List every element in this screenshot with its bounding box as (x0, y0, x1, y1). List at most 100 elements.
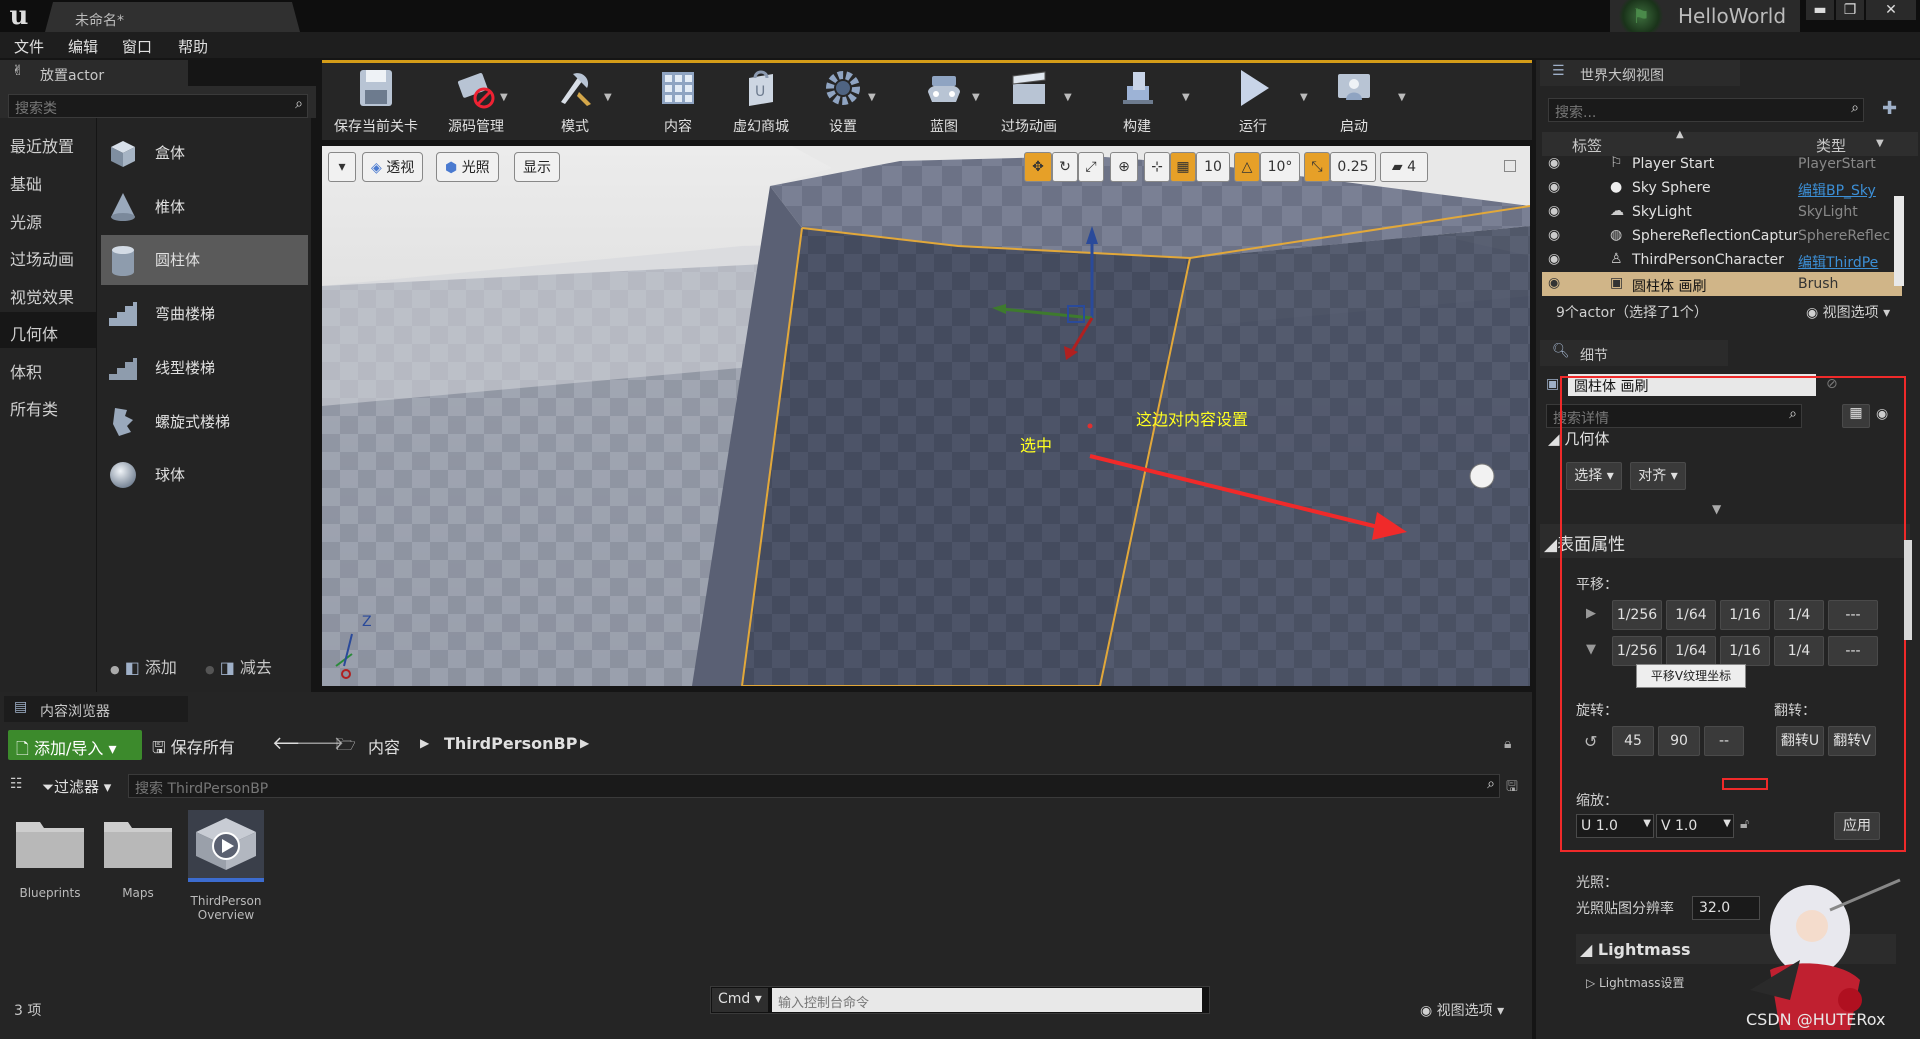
actor-cone[interactable]: 椎体 (101, 182, 308, 232)
toolbar-source-control-button[interactable]: 源码管理 (430, 66, 522, 136)
toolbar-content-button[interactable]: 内容 (636, 66, 720, 136)
category-recent[interactable]: 最近放置 (0, 124, 96, 160)
scale-mode-button[interactable]: ⤢ (1078, 152, 1104, 182)
level-viewport[interactable]: ▾ ◈ 透视 ⬢ 光照 显示 ✥ ↻ ⤢ ⊕ ⊹ ▦ 10 △ 10° ⤡ 0.… (322, 146, 1530, 686)
subtract-mode-radio[interactable]: ● ◨ 减去 (205, 654, 272, 678)
category-volumes[interactable]: 体积 (0, 350, 96, 386)
settings-dropdown-icon[interactable]: ▼ (868, 92, 876, 103)
outliner-search-input[interactable]: 搜索... ⌕ (1548, 98, 1864, 122)
category-visual-effects[interactable]: 视觉效果 (0, 275, 96, 311)
scale-snap-value[interactable]: 0.25 (1330, 152, 1376, 182)
blueprints-dropdown-icon[interactable]: ▼ (972, 92, 980, 103)
cinematics-dropdown-icon[interactable]: ▼ (1064, 92, 1072, 103)
actor-cylinder[interactable]: 圆柱体 (101, 235, 308, 285)
sources-toggle-icon[interactable]: ☷ (10, 776, 23, 792)
outliner-row-selected[interactable]: ◉ ▣ 圆柱体 画刷 Brush (1542, 272, 1902, 296)
modes-dropdown-icon[interactable]: ▼ (604, 92, 612, 103)
toolbar-build-button[interactable]: 构建 (1092, 66, 1182, 136)
scale-snap-toggle[interactable]: ⤡ (1304, 152, 1330, 182)
source-control-dropdown-icon[interactable]: ▼ (500, 92, 508, 103)
minimize-button[interactable]: ▬ (1806, 0, 1834, 20)
place-actors-tab[interactable]: ✌ 放置actor (0, 60, 188, 86)
menu-file[interactable]: 文件 (14, 36, 44, 57)
lightmass-settings-row[interactable]: ▷ Lightmass设置 (1586, 974, 1685, 991)
add-import-button[interactable]: 🗋 添加/导入 ▾ (8, 730, 142, 760)
outliner-row[interactable]: ◉ ⚐ Player Start PlayerStart (1542, 152, 1902, 176)
actor-linear-stair[interactable]: 线型楼梯 (101, 343, 308, 393)
surface-snap-button[interactable]: ⊹ (1144, 152, 1170, 182)
menu-help[interactable]: 帮助 (178, 36, 208, 57)
details-tab[interactable]: 🔍︎ 细节 (1540, 340, 1728, 366)
document-tab[interactable]: 未命名* (45, 2, 300, 32)
maximize-button[interactable]: ❐ (1836, 0, 1864, 20)
grid-snap-toggle[interactable]: ▦ (1170, 152, 1196, 182)
asset-tile[interactable]: Maps (100, 812, 176, 912)
outliner-row[interactable]: ◉ ◍ SphereReflectionCaptur SphereReflec (1542, 224, 1902, 248)
outliner-view-options[interactable]: ◉ 视图选项 ▾ (1806, 302, 1890, 322)
actor-curved-stair[interactable]: 弯曲楼梯 (101, 289, 308, 339)
path-next-icon[interactable]: ▶ (580, 736, 589, 750)
toolbar-launch-button[interactable]: 启动 (1310, 66, 1398, 136)
grid-snap-value[interactable]: 10 (1196, 152, 1230, 182)
filters-dropdown[interactable]: ⏷过滤器 ▾ (42, 776, 111, 797)
lit-button[interactable]: ⬢ 光照 (436, 152, 499, 182)
add-actor-icon[interactable]: ✚ (1882, 98, 1897, 119)
close-button[interactable]: ✕ (1866, 0, 1916, 20)
visibility-eye-icon[interactable]: ◉ (1548, 251, 1560, 267)
visibility-eye-icon[interactable]: ◉ (1548, 179, 1560, 195)
visibility-eye-icon[interactable]: ◉ (1548, 203, 1560, 219)
toolbar-play-button[interactable]: 运行 (1208, 66, 1298, 136)
category-cinematic[interactable]: 过场动画 (0, 237, 96, 273)
actor-sphere[interactable]: 球体 (101, 450, 308, 500)
details-scrollbar[interactable] (1904, 540, 1912, 640)
path-root[interactable]: 内容 (368, 734, 400, 758)
asset-tile-map[interactable]: ThirdPerson Overview (186, 808, 268, 928)
row-type-link[interactable]: 编辑ThirdPe (1798, 252, 1878, 272)
viewport-options-dropdown[interactable]: ▾ (328, 152, 356, 182)
visibility-eye-icon[interactable]: ◉ (1548, 275, 1560, 291)
toolbar-save-button[interactable]: 保存当前关卡 (330, 66, 422, 136)
menu-window[interactable]: 窗口 (122, 36, 152, 57)
content-view-options[interactable]: ◉ 视图选项 ▾ (1420, 1000, 1504, 1020)
actor-spiral-stair[interactable]: 螺旋式楼梯 (101, 397, 308, 447)
rotate-mode-button[interactable]: ↻ (1052, 152, 1078, 182)
console-input[interactable]: 输入控制台命令 (772, 988, 1202, 1012)
path-current[interactable]: ThirdPersonBP (444, 734, 577, 753)
content-search-input[interactable]: 搜索 ThirdPersonBP ⌕ (128, 774, 1500, 798)
visibility-eye-icon[interactable]: ◉ (1548, 155, 1560, 171)
category-lights[interactable]: 光源 (0, 200, 96, 236)
cmd-dropdown[interactable]: Cmd ▾ (712, 988, 768, 1012)
rotation-snap-value[interactable]: 10° (1260, 152, 1300, 182)
maximize-viewport-icon[interactable] (1504, 160, 1516, 172)
show-button[interactable]: 显示 (514, 152, 560, 182)
path-separator-icon[interactable]: ▶ (420, 736, 429, 750)
content-browser-tab[interactable]: ▤ 内容浏览器 (4, 696, 188, 722)
play-dropdown-icon[interactable]: ▼ (1300, 92, 1308, 103)
camera-speed-button[interactable]: ▰ 4 (1380, 152, 1428, 182)
row-type-link[interactable]: 编辑BP_Sky (1798, 180, 1876, 200)
translate-mode-button[interactable]: ✥ (1024, 152, 1052, 182)
outliner-tab[interactable]: ☰ 世界大纲视图 (1540, 60, 1740, 86)
place-search-input[interactable]: 搜索类 ⌕ (8, 94, 308, 118)
save-all-button[interactable]: 🖫 保存所有 (152, 734, 235, 764)
perspective-button[interactable]: ◈ 透视 (362, 152, 424, 182)
outliner-row[interactable]: ◉ ● Sky Sphere 编辑BP_Sky (1542, 176, 1902, 200)
world-local-toggle[interactable]: ⊕ (1110, 152, 1138, 182)
rotation-snap-toggle[interactable]: △ (1234, 152, 1260, 182)
toolbar-marketplace-button[interactable]: U 虚幻商城 (716, 66, 806, 136)
actor-box[interactable]: 盒体 (101, 128, 308, 178)
asset-tile[interactable]: Blueprints (12, 812, 88, 912)
outliner-row[interactable]: ◉ ♙ ThirdPersonCharacter 编辑ThirdPe (1542, 248, 1902, 272)
category-basic[interactable]: 基础 (0, 162, 96, 198)
category-all-classes[interactable]: 所有类 (0, 387, 96, 423)
launch-dropdown-icon[interactable]: ▼ (1398, 92, 1406, 103)
visibility-eye-icon[interactable]: ◉ (1548, 227, 1560, 243)
menu-edit[interactable]: 编辑 (68, 36, 98, 57)
chevron-down-icon[interactable]: ▼ (1876, 138, 1884, 149)
outliner-scrollbar[interactable] (1894, 196, 1904, 286)
build-dropdown-icon[interactable]: ▼ (1182, 92, 1190, 103)
category-geometry[interactable]: 几何体 (0, 312, 96, 348)
toolbar-cinematics-button[interactable]: 过场动画 (990, 66, 1068, 136)
outliner-row[interactable]: ◉ ☁ SkyLight SkyLight (1542, 200, 1902, 224)
add-mode-radio[interactable]: ● ◧ 添加 (110, 654, 177, 678)
